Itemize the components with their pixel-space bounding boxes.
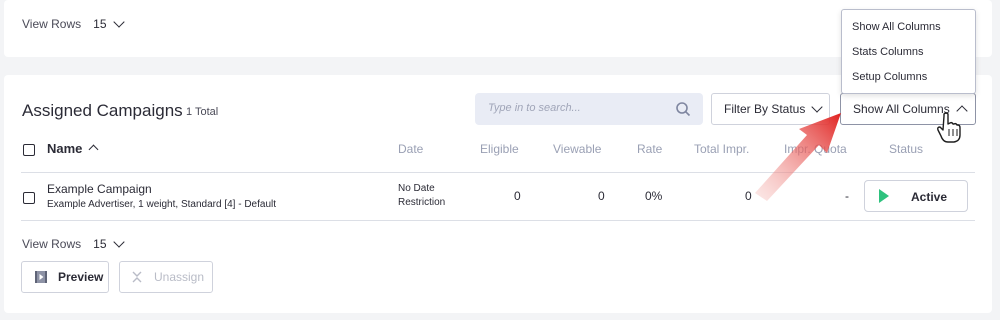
- campaign-name[interactable]: Example Campaign: [47, 182, 152, 196]
- header-eligible[interactable]: Eligible: [480, 142, 519, 156]
- header-rate[interactable]: Rate: [637, 142, 662, 156]
- row-checkbox[interactable]: [23, 192, 35, 204]
- sort-asc-icon: [88, 144, 99, 155]
- header-viewable[interactable]: Viewable: [553, 142, 601, 156]
- play-icon: [879, 189, 889, 203]
- search-placeholder: Type in to search...: [488, 102, 581, 114]
- header-name-label: Name: [47, 141, 83, 156]
- header-name[interactable]: Name: [47, 141, 99, 156]
- preview-label: Preview: [58, 270, 104, 284]
- campaign-subtitle: Example Advertiser, 1 weight, Standard […: [47, 199, 277, 210]
- chevron-down-icon: [112, 16, 125, 28]
- view-rows-label: View Rows: [22, 17, 82, 31]
- date-line2: Restriction: [398, 197, 446, 208]
- header-total-impr[interactable]: Total Impr.: [694, 142, 749, 156]
- menu-item-show-all-columns[interactable]: Show All Columns: [852, 21, 941, 33]
- view-rows-value: 15: [93, 17, 107, 31]
- divider: [21, 220, 975, 221]
- annotation-arrow-icon: [755, 113, 841, 201]
- impr-quota-value: -: [845, 189, 849, 203]
- hand-cursor-icon: [937, 112, 961, 143]
- search-input[interactable]: Type in to search...: [475, 93, 703, 125]
- unassign-label: Unassign: [154, 270, 205, 284]
- view-rows-label: View Rows: [22, 237, 82, 251]
- columns-dropdown-menu: Show All Columns Stats Columns Setup Col…: [841, 9, 976, 94]
- view-rows-value: 15: [93, 237, 107, 251]
- unassign-icon: [132, 271, 142, 283]
- viewable-value: 0: [598, 189, 605, 203]
- menu-item-stats-columns[interactable]: Stats Columns: [852, 46, 924, 58]
- header-status[interactable]: Status: [889, 142, 923, 156]
- chevron-down-icon: [112, 236, 125, 248]
- preview-icon: [35, 271, 47, 283]
- status-button[interactable]: Active: [864, 180, 968, 212]
- date-line1: No Date: [398, 183, 435, 194]
- preview-button[interactable]: Preview: [21, 261, 109, 293]
- rate-value: 0%: [645, 189, 663, 203]
- view-rows-control-bottom[interactable]: View Rows 15: [22, 236, 125, 251]
- search-icon: [676, 102, 691, 117]
- unassign-button[interactable]: Unassign: [119, 261, 213, 293]
- view-rows-control-top[interactable]: View Rows 15: [22, 16, 125, 31]
- menu-item-setup-columns[interactable]: Setup Columns: [852, 71, 927, 83]
- header-date[interactable]: Date: [398, 142, 423, 156]
- status-label: Active: [911, 190, 948, 204]
- select-all-checkbox[interactable]: [23, 144, 35, 156]
- section-title: Assigned Campaigns: [22, 101, 183, 120]
- eligible-value: 0: [514, 189, 521, 203]
- total-count: 1 Total: [186, 106, 219, 118]
